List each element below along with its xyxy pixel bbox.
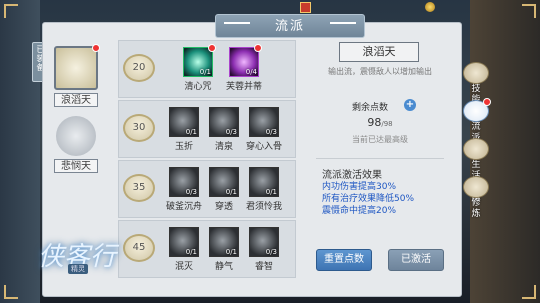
points-value: 98/98 [306, 116, 454, 129]
skill-name: 睿智 [254, 262, 273, 272]
slash-skill-icon: 0/1 [169, 227, 199, 257]
gift-box-icon [300, 2, 311, 13]
nav-label: 修炼 [471, 198, 481, 219]
selected-school-name: 浪滔天 [339, 42, 419, 62]
level-badge: 45 [123, 234, 155, 262]
tier-row-35: 35 0/3 破釜沉舟 0/1 穿透 0/1 君须怜我 [118, 160, 296, 218]
skill-count: 0/1 [225, 188, 237, 196]
skill-count: 0/3 [265, 248, 277, 256]
skill-count: 0/3 [265, 128, 277, 136]
gear-icon [463, 138, 489, 160]
skill-count: 0/1 [265, 188, 277, 196]
points-max: /98 [381, 120, 393, 128]
shield-skill-icon: 0/1 [209, 167, 239, 197]
skill-slot[interactable]: 0/3 睿智 [247, 227, 281, 272]
skill-slot[interactable]: 0/1 穿透 [207, 167, 241, 212]
alert-dot [92, 44, 100, 52]
school-label-1: 悲悯天 [54, 159, 98, 173]
points-note: 当前已达最高级 [352, 135, 408, 144]
skill-count: 0/1 [185, 248, 197, 256]
warrior-skill-icon: 0/3 [169, 167, 199, 197]
lotus-skill-icon: 0/4 [229, 44, 262, 77]
skill-slot[interactable]: 0/1 泯灭 [167, 227, 201, 272]
title-bar: 流派 [215, 14, 365, 38]
school-tab-1[interactable]: 悲悯天 [52, 116, 100, 173]
hud-coin-item[interactable] [425, 2, 438, 13]
school-label-0: 浪滔天 [54, 93, 98, 107]
target-skill-icon: 0/3 [249, 227, 279, 257]
lotus-emblem-icon [54, 44, 100, 90]
frame-corner [4, 4, 18, 18]
skill-count: 0/4 [245, 68, 257, 76]
alert-dot [483, 98, 491, 106]
title-ornament-left [224, 22, 250, 30]
skill-name: 穿心入骨 [245, 142, 282, 152]
skill-slot[interactable]: 0/3 破釜沉舟 [166, 167, 202, 212]
frame-corner [522, 4, 536, 18]
skill-count: 0/3 [185, 188, 197, 196]
reset-points-button[interactable]: 重置点数 [316, 249, 372, 271]
skill-slot[interactable]: 0/3 穿心入骨 [246, 107, 282, 152]
tier-row-30: 30 0/1 玉折 0/3 清泉 0/3 穿心入骨 [118, 100, 296, 158]
skill-name: 君须怜我 [245, 202, 282, 212]
coin-icon [425, 2, 435, 12]
skill-slot[interactable]: 0/3 清泉 [207, 107, 241, 152]
game-logo: 侠客行 精灵 [38, 236, 118, 286]
points-label: 剩余点数 [352, 103, 389, 113]
frame-corner [4, 285, 18, 299]
points-current: 98 [367, 116, 382, 129]
school-icon [463, 98, 491, 122]
tier-row-45: 45 0/1 泯灭 0/1 静气 0/3 睿智 [118, 220, 296, 278]
wind-skill-icon: 0/1 [209, 227, 239, 257]
level-badge: 20 [123, 54, 155, 82]
activated-button[interactable]: 已激活 [388, 249, 444, 271]
clear-heart-skill-icon: 0/1 [183, 44, 216, 77]
skill-slot[interactable]: 0/1 清心咒 [181, 44, 216, 92]
scroll-emblem-icon [56, 116, 96, 156]
alert-dot [254, 44, 262, 52]
nav-cultivation[interactable]: 修炼 [462, 176, 490, 220]
skill-count: 0/1 [225, 248, 237, 256]
school-description: 输出流，震慑敌人以增加输出 [328, 67, 432, 76]
skill-slot[interactable]: 0/1 君须怜我 [246, 167, 282, 212]
tier-row-20: 20 0/1 清心咒 0/4 芙蓉并蒂 [118, 40, 296, 98]
school-detail: 浪滔天 输出流，震慑敌人以增加输出 剩余点数 + 98/98 当前已达最高级 流… [306, 38, 454, 294]
title-ornament-right [330, 22, 356, 30]
logo-subtitle: 精灵 [68, 264, 88, 274]
skill-name: 芙蓉并蒂 [225, 82, 262, 92]
divider [316, 158, 444, 159]
book-icon [463, 62, 489, 84]
skill-slot[interactable]: 0/4 芙蓉并蒂 [226, 44, 262, 92]
star-burst-skill-icon: 0/1 [249, 167, 279, 197]
school-tab-0[interactable]: 浪滔天 [52, 44, 100, 107]
effect-line: 震慑命中提高20% [322, 206, 397, 216]
skill-slot[interactable]: 0/1 静气 [207, 227, 241, 272]
level-badge: 35 [123, 174, 155, 202]
meditation-icon [463, 176, 489, 198]
level-badge: 30 [123, 114, 155, 142]
frame-corner [522, 285, 536, 299]
skill-count: 0/1 [185, 128, 197, 136]
page-title: 流派 [274, 19, 305, 34]
spring-skill-icon: 0/3 [209, 107, 239, 137]
skill-name: 清心咒 [184, 82, 212, 92]
add-points-button[interactable]: + [404, 99, 416, 111]
skill-tree: 20 0/1 清心咒 0/4 芙蓉并蒂 30 0/1 玉折 0/3 清泉 0/3… [118, 38, 296, 294]
claw-skill-icon: 0/3 [249, 107, 279, 137]
hud-box-item[interactable] [300, 2, 314, 13]
swirl-skill-icon: 0/1 [169, 107, 199, 137]
skill-slot[interactable]: 0/1 玉折 [167, 107, 201, 152]
skill-count: 0/3 [225, 128, 237, 136]
skill-count: 0/1 [199, 68, 211, 76]
alert-dot [208, 44, 216, 52]
